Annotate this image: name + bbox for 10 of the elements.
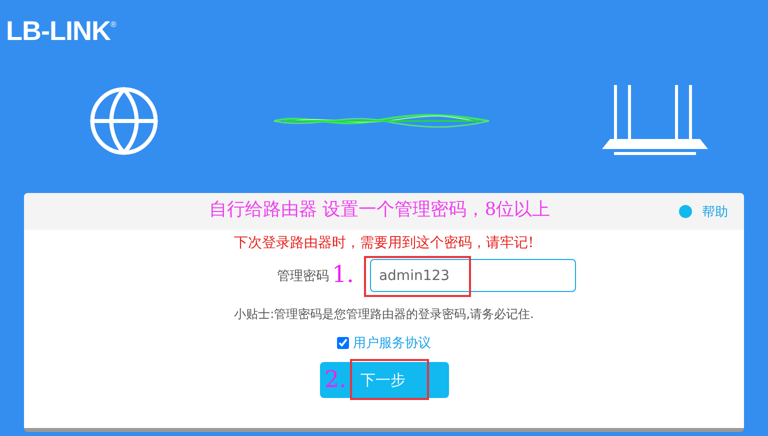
- password-field[interactable]: admin123: [370, 259, 576, 292]
- step-number: 1.: [332, 264, 354, 287]
- brand-logo: LB-LINK®: [6, 16, 118, 48]
- next-button[interactable]: 2. 下一步: [320, 362, 448, 398]
- annotation-text: 自行给路由器 设置一个管理密码，8位以上: [209, 198, 550, 221]
- field-label: 管理密码: [277, 268, 330, 284]
- notice-text: 下次登录路由器时，需要用到这个密码，请牢记!: [234, 234, 534, 252]
- agreement-link[interactable]: 用户服务协议: [353, 334, 431, 352]
- help-link[interactable]: 帮助: [679, 202, 728, 220]
- tip-text: 小贴士:管理密码是您管理路由器的登录密码,请务必记住.: [234, 306, 534, 323]
